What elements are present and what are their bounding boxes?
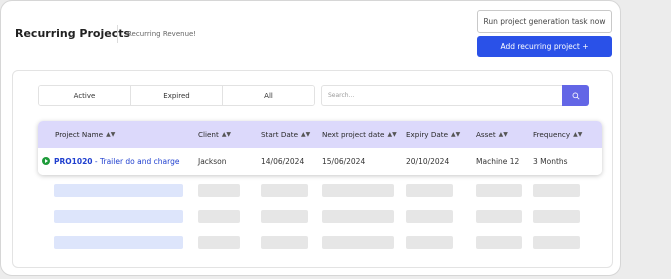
cell-frequency: 3 Months [533,157,568,166]
cell-start-date: 14/06/2024 [261,157,305,166]
skeleton-cell [406,184,453,197]
cell-next-date: 15/06/2024 [322,157,366,166]
sort-updown-icon: ▲▼ [451,131,461,138]
skeleton-cell [198,184,240,197]
col-project-name[interactable]: Project Name ▲▼ [55,121,115,148]
skeleton-cell [533,210,580,223]
skeleton-cell [54,210,183,223]
app-frame: Recurring Projects Recurring Revenue! Ru… [0,0,621,276]
tab-all[interactable]: All [223,86,314,105]
skeleton-cell [261,210,308,223]
add-recurring-project-button[interactable]: Add recurring project + [477,36,612,57]
col-expiry-date[interactable]: Expiry Date ▲▼ [406,121,460,148]
skeleton-cell [198,236,240,249]
page-title: Recurring Projects [15,27,131,40]
skeleton-cell [476,184,522,197]
projects-table: Project Name ▲▼ Client ▲▼ Start Date ▲▼ Nex… [38,121,602,175]
search-input[interactable] [321,85,562,106]
search-icon [572,92,579,99]
col-start-date[interactable]: Start Date ▲▼ [261,121,310,148]
table-header: Project Name ▲▼ Client ▲▼ Start Date ▲▼ Nex… [38,121,602,148]
sort-updown-icon: ▲▼ [573,131,583,138]
skeleton-cell [476,236,522,249]
run-generation-button[interactable]: Run project generation task now [477,10,612,33]
status-tabs: Active Expired All [38,85,315,106]
title-divider [117,25,118,43]
skeleton-cell [322,184,394,197]
skeleton-cell [533,236,580,249]
tab-expired[interactable]: Expired [131,86,223,105]
sort-updown-icon: ▲▼ [106,131,116,138]
sort-updown-icon: ▲▼ [387,131,397,138]
tab-active[interactable]: Active [39,86,131,105]
skeleton-cell [322,210,394,223]
table-row[interactable]: PRO1020 - Trailer do and charge Jackson … [38,148,602,175]
col-client[interactable]: Client ▲▼ [198,121,231,148]
cell-expiry-date: 20/10/2024 [406,157,450,166]
projects-card: Active Expired All Project Name▲▼ Client… [12,70,613,268]
skeleton-cell [54,184,183,197]
sort-updown-icon: ▲▼ [498,131,508,138]
skeleton-cell [198,210,240,223]
skeleton-cell [406,210,453,223]
cell-client: Jackson [198,157,227,166]
col-next-project-date[interactable]: Next project date ▲▼ [322,121,397,148]
search-button[interactable] [562,85,589,106]
project-name-link[interactable]: PRO1020 - Trailer do and charge [54,148,179,175]
cell-asset: Machine 12 [476,157,520,166]
skeleton-cell [261,236,308,249]
skeleton-cell [533,184,580,197]
skeleton-cell [261,184,308,197]
skeleton-cell [406,236,453,249]
status-active-icon [42,157,50,165]
sort-updown-icon: ▲▼ [221,131,232,138]
skeleton-cell [322,236,394,249]
col-frequency[interactable]: Frequency ▲▼ [533,121,582,148]
page-subtitle: Recurring Revenue! [127,30,197,38]
skeleton-cell [54,236,183,249]
sort-updown-icon: ▲▼ [301,131,311,138]
skeleton-cell [476,210,522,223]
col-asset[interactable]: Asset ▲▼ [476,121,508,148]
